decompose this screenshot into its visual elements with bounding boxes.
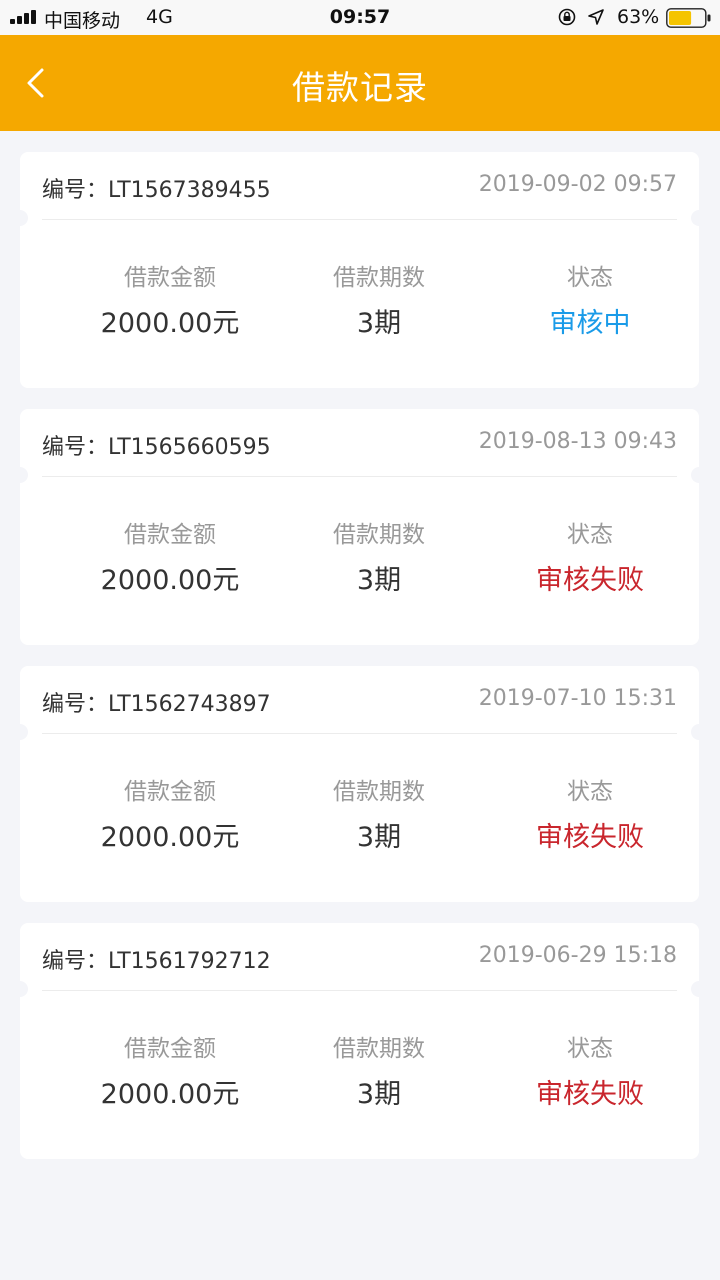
nav-bar: 借款记录 bbox=[0, 35, 720, 131]
card-divider bbox=[42, 219, 677, 220]
amount-column: 借款金额 2000.00元 bbox=[60, 776, 280, 858]
record-date: 2019-09-02 09:57 bbox=[478, 172, 677, 197]
card-header: 编号：LT1562743897 2019-07-10 15:31 bbox=[42, 686, 677, 717]
status-badge: 审核失败 bbox=[536, 822, 644, 853]
amount-label: 借款金额 bbox=[124, 1036, 216, 1062]
card-header: 编号：LT1561792712 2019-06-29 15:18 bbox=[42, 943, 677, 974]
status-column: 状态 审核失败 bbox=[480, 519, 700, 601]
card-notch-right bbox=[691, 210, 707, 226]
battery-icon bbox=[666, 8, 711, 28]
card-details: 借款金额 2000.00元 借款期数 3期 状态 审核失败 bbox=[42, 776, 677, 856]
card-notch-left bbox=[12, 467, 28, 483]
record-code: 编号：LT1562743897 bbox=[42, 692, 271, 717]
status-label: 状态 bbox=[567, 1036, 613, 1062]
card-notch-left bbox=[12, 210, 28, 226]
card-header: 编号：LT1567389455 2019-09-02 09:57 bbox=[42, 172, 677, 203]
record-date: 2019-08-13 09:43 bbox=[478, 429, 677, 454]
periods-label: 借款期数 bbox=[333, 779, 425, 805]
periods-label: 借款期数 bbox=[333, 522, 425, 548]
card-divider bbox=[42, 476, 677, 477]
card-notch-right bbox=[691, 981, 707, 997]
periods-value: 3期 bbox=[356, 822, 402, 853]
amount-value: 2000.00元 bbox=[100, 1079, 240, 1110]
location-arrow-icon bbox=[588, 9, 604, 25]
amount-value: 2000.00元 bbox=[100, 822, 240, 853]
periods-column: 借款期数 3期 bbox=[269, 262, 489, 344]
card-details: 借款金额 2000.00元 借款期数 3期 状态 审核中 bbox=[42, 262, 677, 342]
status-label: 状态 bbox=[567, 779, 613, 805]
periods-value: 3期 bbox=[356, 308, 402, 339]
record-code: 编号：LT1565660595 bbox=[42, 435, 271, 460]
loan-record-card[interactable]: 编号：LT1561792712 2019-06-29 15:18 借款金额 20… bbox=[12, 923, 707, 1159]
status-column: 状态 审核失败 bbox=[480, 1033, 700, 1115]
status-column: 状态 审核中 bbox=[480, 262, 700, 344]
amount-value: 2000.00元 bbox=[100, 308, 240, 339]
card-notch-left bbox=[12, 981, 28, 997]
amount-label: 借款金额 bbox=[124, 779, 216, 805]
loan-record-card[interactable]: 编号：LT1565660595 2019-08-13 09:43 借款金额 20… bbox=[12, 409, 707, 645]
card-divider bbox=[42, 733, 677, 734]
status-label: 状态 bbox=[567, 522, 613, 548]
status-badge: 审核中 bbox=[549, 308, 631, 339]
periods-label: 借款期数 bbox=[333, 265, 425, 291]
periods-label: 借款期数 bbox=[333, 1036, 425, 1062]
card-details: 借款金额 2000.00元 借款期数 3期 状态 审核失败 bbox=[42, 1033, 677, 1113]
card-details: 借款金额 2000.00元 借款期数 3期 状态 审核失败 bbox=[42, 519, 677, 599]
amount-column: 借款金额 2000.00元 bbox=[60, 262, 280, 344]
status-badge: 审核失败 bbox=[536, 565, 644, 596]
record-code: 编号：LT1567389455 bbox=[42, 178, 271, 203]
amount-column: 借款金额 2000.00元 bbox=[60, 1033, 280, 1115]
amount-column: 借款金额 2000.00元 bbox=[60, 519, 280, 601]
clock: 09:57 bbox=[329, 6, 391, 28]
amount-label: 借款金额 bbox=[124, 265, 216, 291]
status-bar: 中国移动 4G 09:57 63% bbox=[0, 0, 720, 35]
periods-value: 3期 bbox=[356, 565, 402, 596]
card-notch-right bbox=[691, 724, 707, 740]
card-header: 编号：LT1565660595 2019-08-13 09:43 bbox=[42, 429, 677, 460]
battery-percent: 63% bbox=[617, 6, 660, 28]
status-badge: 审核失败 bbox=[536, 1079, 644, 1110]
rotation-lock-icon bbox=[558, 8, 576, 26]
periods-column: 借款期数 3期 bbox=[269, 519, 489, 601]
periods-column: 借款期数 3期 bbox=[269, 1033, 489, 1115]
card-divider bbox=[42, 990, 677, 991]
periods-column: 借款期数 3期 bbox=[269, 776, 489, 858]
loan-record-card[interactable]: 编号：LT1567389455 2019-09-02 09:57 借款金额 20… bbox=[12, 152, 707, 388]
status-column: 状态 审核失败 bbox=[480, 776, 700, 858]
amount-value: 2000.00元 bbox=[100, 565, 240, 596]
record-date: 2019-07-10 15:31 bbox=[478, 686, 677, 711]
periods-value: 3期 bbox=[356, 1079, 402, 1110]
record-code: 编号：LT1561792712 bbox=[42, 949, 271, 974]
loan-record-card[interactable]: 编号：LT1562743897 2019-07-10 15:31 借款金额 20… bbox=[12, 666, 707, 902]
page-title: 借款记录 bbox=[292, 68, 428, 107]
record-date: 2019-06-29 15:18 bbox=[478, 943, 677, 968]
status-label: 状态 bbox=[567, 265, 613, 291]
card-notch-right bbox=[691, 467, 707, 483]
card-notch-left bbox=[12, 724, 28, 740]
amount-label: 借款金额 bbox=[124, 522, 216, 548]
loan-record-list: 编号：LT1567389455 2019-09-02 09:57 借款金额 20… bbox=[12, 152, 707, 1180]
